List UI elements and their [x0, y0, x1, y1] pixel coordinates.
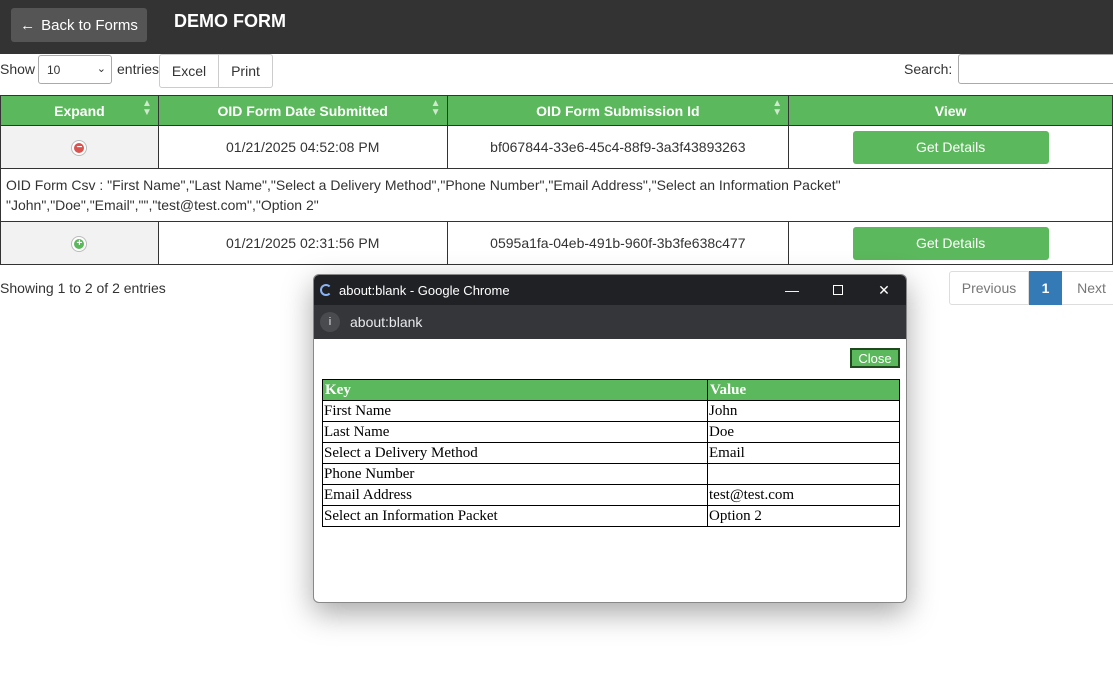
- table-row: − 01/21/2025 04:52:08 PM bf067844-33e6-4…: [0, 125, 1113, 169]
- entries-label: entries: [117, 61, 160, 77]
- search-input[interactable]: [958, 54, 1113, 84]
- detail-key: Select a Delivery Method: [322, 442, 708, 464]
- detail-key: Phone Number: [322, 463, 708, 485]
- export-button-group: Excel Print: [159, 54, 273, 88]
- details-header-row: Key Value: [322, 379, 900, 401]
- details-row: First Name John: [322, 400, 900, 422]
- close-icon: ✕: [878, 281, 890, 298]
- search-label: Search:: [904, 61, 953, 77]
- detail-key: Last Name: [322, 421, 708, 443]
- csv-detail-cell: OID Form Csv : "First Name","Last Name",…: [0, 168, 1113, 222]
- top-bar: ← Back to Forms DEMO FORM: [0, 0, 1113, 54]
- detail-value: Option 2: [707, 505, 900, 527]
- detail-key: First Name: [322, 400, 708, 422]
- column-header-date[interactable]: OID Form Date Submitted ▲ ▼: [157, 95, 448, 126]
- page-title: DEMO FORM: [174, 11, 286, 31]
- popup-title-bar[interactable]: about:blank - Google Chrome — ✕: [314, 275, 906, 305]
- details-row: Email Address test@test.com: [322, 484, 900, 506]
- column-header-submission-id[interactable]: OID Form Submission Id ▲ ▼: [446, 95, 790, 126]
- sort-icon: ▲ ▼: [772, 98, 783, 118]
- submission-id-cell: bf067844-33e6-45c4-88f9-3a3f43893263: [446, 125, 790, 169]
- address-bar[interactable]: i about:blank: [314, 305, 906, 339]
- expand-row-icon[interactable]: +: [71, 235, 88, 252]
- detail-value: Doe: [707, 421, 900, 443]
- sort-icon: ▲ ▼: [430, 98, 441, 118]
- submissions-table: Expand ▲ ▼ OID Form Date Submitted ▲ ▼ OID…: [0, 95, 1113, 265]
- column-header-view: View: [788, 95, 1113, 126]
- table-header-row: Expand ▲ ▼ OID Form Date Submitted ▲ ▼ OID…: [0, 95, 1113, 126]
- show-label: Show: [0, 61, 36, 77]
- expand-cell: −: [0, 125, 159, 169]
- details-row: Last Name Doe: [322, 421, 900, 443]
- back-to-forms-button[interactable]: ← Back to Forms: [11, 8, 147, 42]
- date-cell: 01/21/2025 02:31:56 PM: [157, 221, 448, 265]
- detail-key: Email Address: [322, 484, 708, 506]
- chevron-down-icon: ⌄: [96, 63, 106, 75]
- page-button-current[interactable]: 1: [1029, 271, 1062, 305]
- csv-values-line: "John","Doe","Email","","test@test.com",…: [6, 197, 319, 213]
- view-cell: Get Details: [788, 125, 1113, 169]
- detail-value: Email: [707, 442, 900, 464]
- pagination: Previous 1 Next: [949, 271, 1113, 305]
- details-table: Key Value First Name John Last Name Doe …: [322, 379, 900, 527]
- expand-cell: +: [0, 221, 159, 265]
- loading-spinner-icon: [320, 284, 332, 296]
- popup-close-button[interactable]: Close: [850, 348, 900, 368]
- date-cell: 01/21/2025 04:52:08 PM: [157, 125, 448, 169]
- collapse-row-icon[interactable]: −: [71, 139, 88, 156]
- detail-value: test@test.com: [707, 484, 900, 506]
- page-length-value: 10: [47, 62, 61, 77]
- details-row: Select a Delivery Method Email: [322, 442, 900, 464]
- view-cell: Get Details: [788, 221, 1113, 265]
- sort-icon: ▲ ▼: [141, 98, 152, 118]
- next-page-button[interactable]: Next: [1062, 271, 1113, 305]
- csv-header-line: OID Form Csv : "First Name","Last Name",…: [6, 177, 841, 193]
- submission-id-cell: 0595a1fa-04eb-491b-960f-3b3fe638c477: [446, 221, 790, 265]
- get-details-button[interactable]: Get Details: [852, 130, 1049, 164]
- key-column-header: Key: [322, 379, 708, 401]
- value-column-header: Value: [707, 379, 900, 401]
- detail-value: [707, 463, 900, 485]
- popup-window-title: about:blank - Google Chrome: [339, 282, 510, 298]
- page-length-select[interactable]: 10 ⌄: [38, 55, 112, 84]
- address-text: about:blank: [350, 314, 423, 330]
- popup-window: about:blank - Google Chrome — ✕ i about:…: [313, 274, 907, 603]
- csv-detail-row: OID Form Csv : "First Name","Last Name",…: [0, 168, 1113, 222]
- print-button[interactable]: Print: [219, 54, 273, 88]
- table-info: Showing 1 to 2 of 2 entries: [0, 280, 166, 296]
- details-row: Phone Number: [322, 463, 900, 485]
- minimize-button[interactable]: —: [769, 275, 815, 305]
- arrow-left-icon: ←: [20, 16, 36, 34]
- maximize-button[interactable]: [815, 275, 861, 305]
- info-icon[interactable]: i: [320, 312, 340, 332]
- maximize-icon: [833, 285, 843, 295]
- detail-value: John: [707, 400, 900, 422]
- detail-key: Select an Information Packet: [322, 505, 708, 527]
- window-close-button[interactable]: ✕: [861, 275, 906, 305]
- previous-page-button[interactable]: Previous: [949, 271, 1029, 305]
- get-details-button[interactable]: Get Details: [852, 226, 1049, 260]
- column-header-expand[interactable]: Expand ▲ ▼: [0, 95, 159, 126]
- back-button-label: Back to Forms: [41, 16, 138, 34]
- excel-button[interactable]: Excel: [159, 54, 219, 88]
- details-row: Select an Information Packet Option 2: [322, 505, 900, 527]
- table-row: + 01/21/2025 02:31:56 PM 0595a1fa-04eb-4…: [0, 221, 1113, 265]
- minimize-icon: —: [785, 282, 799, 298]
